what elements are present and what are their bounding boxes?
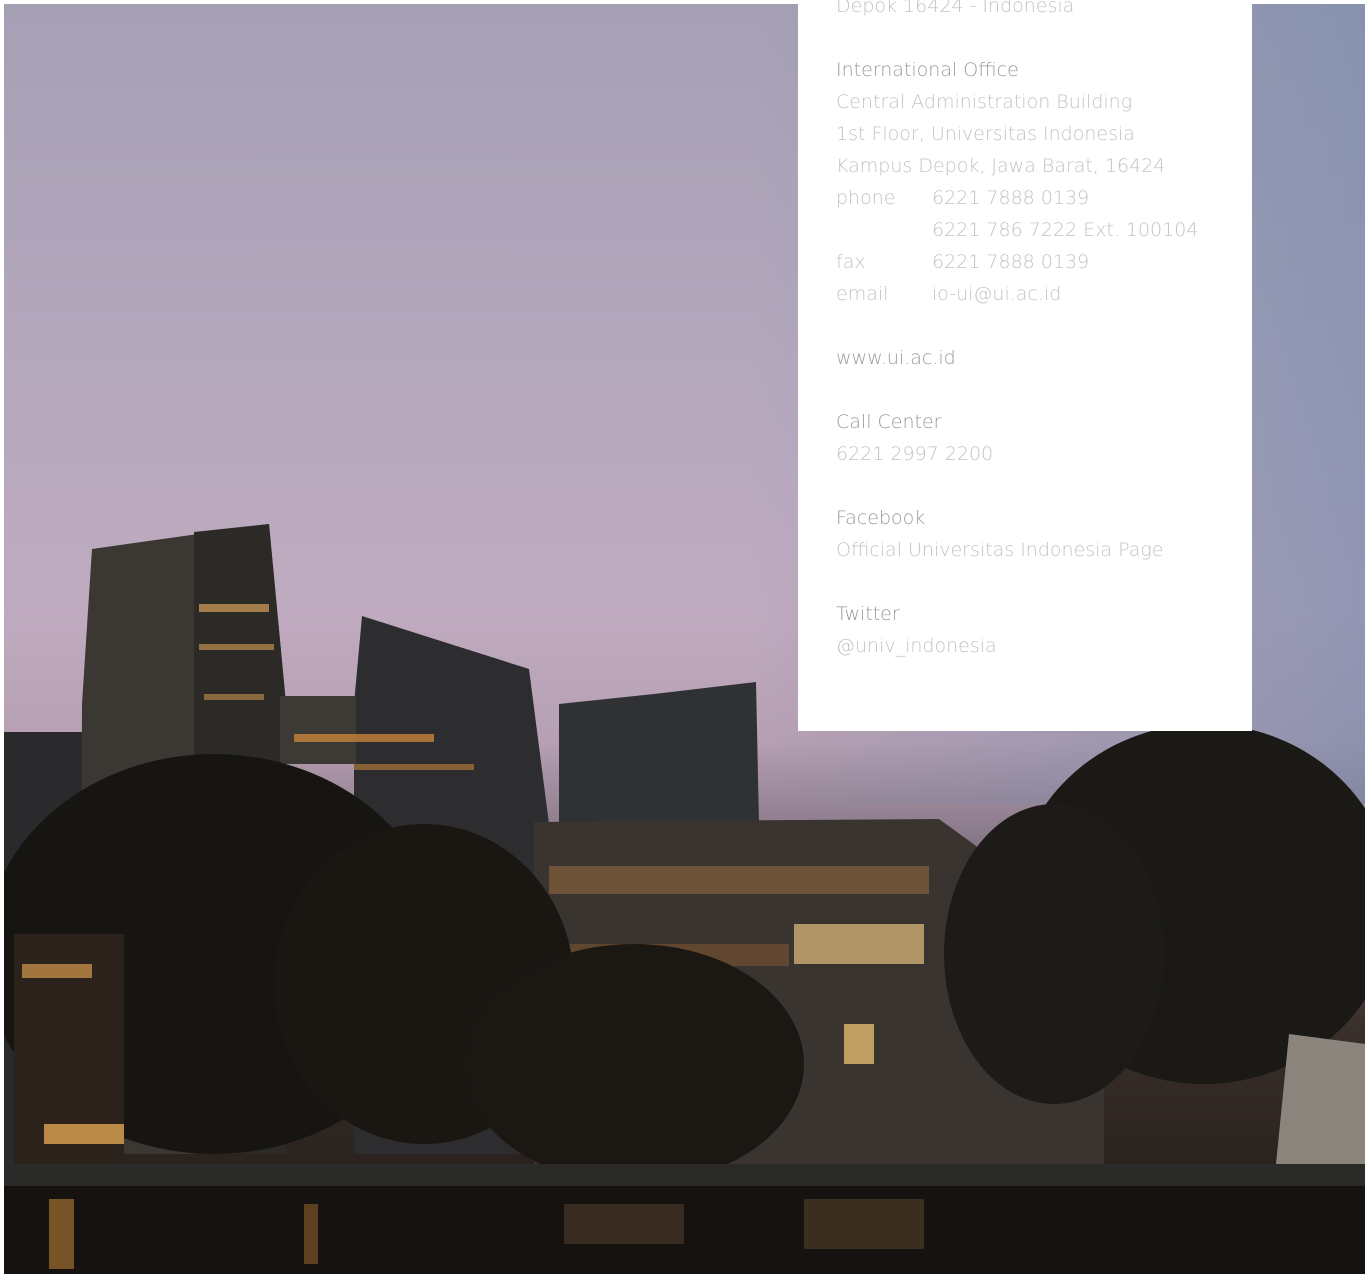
tower-window-lights: [199, 644, 274, 650]
email-label: email: [836, 283, 889, 305]
phone-row: phone 6221 7888 0139: [836, 182, 1214, 214]
website-link[interactable]: www.ui.ac.id: [836, 342, 1214, 374]
call-center-heading: Call Center: [836, 411, 942, 433]
phone-number[interactable]: 6221 7888 0139: [932, 182, 1089, 214]
fax-label: fax: [836, 251, 866, 273]
water-reflection: [804, 1199, 924, 1249]
address-line: Central Administration Building: [836, 91, 1133, 113]
tree-cluster-right: [944, 804, 1164, 1104]
fax-number: 6221 7888 0139: [932, 251, 1090, 273]
international-office-heading: International Office: [836, 59, 1019, 81]
call-center-number[interactable]: 6221 2997 2200: [836, 438, 1214, 470]
building-left-lit-windows: [44, 1124, 124, 1144]
shoreline: [4, 1164, 1365, 1186]
library-lit-band: [549, 866, 929, 894]
email-link[interactable]: io-ui@ui.ac.id: [932, 278, 1061, 310]
tower-window-lights: [354, 764, 474, 770]
building-left-lit-windows: [22, 964, 92, 978]
phone-row-2: 6221 786 7222 Ext. 100104: [836, 214, 1214, 246]
connector-block: [280, 696, 356, 764]
address-line: Kampus Depok, Jawa Barat, 16424: [836, 155, 1166, 177]
twitter-link[interactable]: @univ_indonesia: [836, 630, 1214, 662]
tower-window-lights: [204, 694, 264, 700]
tower-window-lights: [199, 604, 269, 612]
lake-water: [4, 1186, 1365, 1274]
phone-label: phone: [836, 187, 896, 209]
tree-cluster-middle: [464, 944, 804, 1184]
tower-window-lights: [294, 734, 434, 742]
tower-right: [559, 682, 759, 824]
address-line: 1st Floor, Universitas Indonesia: [836, 123, 1135, 145]
fax-row: fax 6221 7888 0139: [836, 246, 1214, 278]
water-reflection: [564, 1204, 684, 1244]
address-line: Depok 16424 - Indonesia: [836, 0, 1075, 17]
water-reflection: [304, 1204, 318, 1264]
building-right-small: [1274, 1034, 1365, 1184]
phone-number[interactable]: 6221 786 7222 Ext. 100104: [932, 214, 1198, 246]
water-reflection: [49, 1199, 74, 1269]
library-lit-band: [794, 924, 924, 964]
facebook-heading: Facebook: [836, 507, 926, 529]
contact-info-panel: Depok 16424 - Indonesia International Of…: [798, 0, 1252, 731]
email-row: email io-ui@ui.ac.id: [836, 278, 1214, 310]
twitter-heading: Twitter: [836, 603, 900, 625]
facebook-link[interactable]: Official Universitas Indonesia Page: [836, 534, 1214, 566]
library-lit-window: [844, 1024, 874, 1064]
